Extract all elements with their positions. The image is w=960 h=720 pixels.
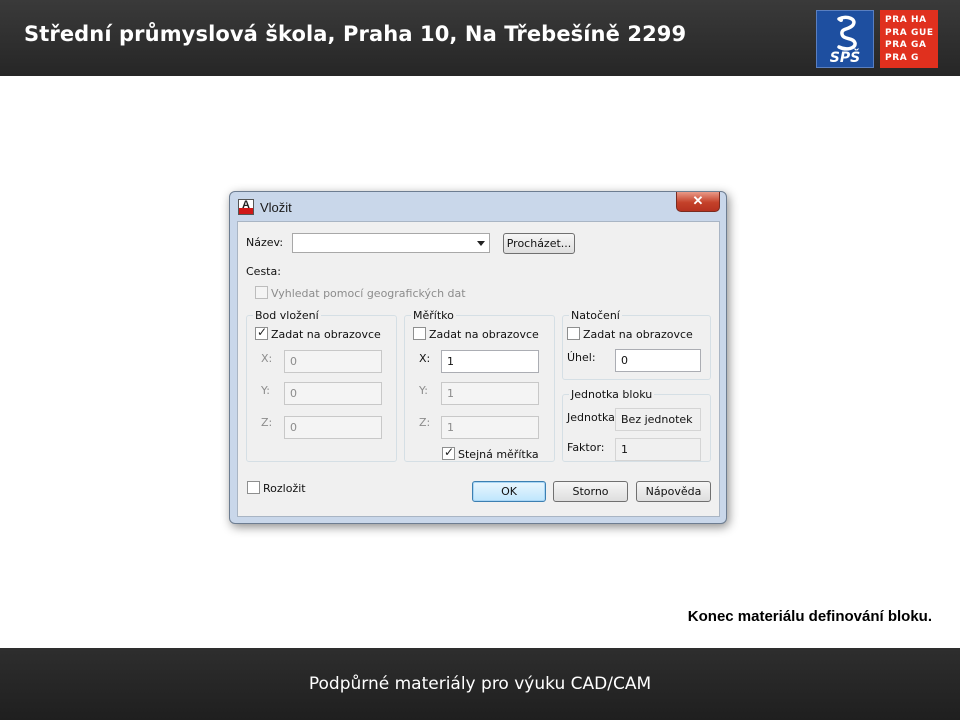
insertion-y-label: Y: [261, 384, 270, 397]
help-button[interactable]: Nápověda [636, 481, 711, 502]
insertion-z-label: Z: [261, 416, 273, 429]
scale-x-label: X: [419, 352, 431, 365]
praha-logo-line: PRA GUE [885, 27, 934, 38]
scale-x-value: 1 [447, 355, 454, 368]
header-title: Střední průmyslová škola, Praha 10, Na T… [24, 22, 687, 46]
rotation-group: Natočení Zadat na obrazovce Úhel: 0 [562, 309, 711, 380]
autocad-app-icon: A [238, 199, 254, 215]
block-factor-value: 1 [621, 443, 628, 456]
uniform-scale-checkbox[interactable] [442, 445, 455, 460]
rotation-title: Natočení [569, 309, 622, 322]
insertion-x-label: X: [261, 352, 273, 365]
praha-logo-line: PRA HA [885, 15, 927, 25]
rotation-specify-checkbox[interactable] [567, 327, 580, 340]
dialog-title: Vložit [260, 200, 292, 215]
uniform-scale-label: Stejná měřítka [458, 448, 539, 461]
scale-z-value: 1 [447, 421, 454, 434]
rotation-angle-label: Úhel: [567, 351, 596, 364]
rotation-specify-label: Zadat na obrazovce [583, 328, 693, 341]
scale-z-label: Z: [419, 416, 431, 429]
scale-y-field[interactable]: 1 [441, 382, 539, 405]
insertion-y-value: 0 [290, 387, 297, 400]
name-label: Název: [246, 236, 284, 249]
insertion-point-group: Bod vložení Zadat na obrazovce X: 0 Y: 0… [246, 309, 397, 462]
browse-button[interactable]: Procházet... [503, 233, 575, 254]
cancel-button[interactable]: Storno [553, 481, 628, 502]
dialog-body: Název: Procházet... Cesta: Vyhledat pomo… [237, 221, 720, 517]
insertion-specify-label: Zadat na obrazovce [271, 328, 381, 341]
rotation-angle-field[interactable]: 0 [615, 349, 701, 372]
scale-x-field[interactable]: 1 [441, 350, 539, 373]
close-button[interactable]: ✕ [676, 192, 720, 212]
path-label: Cesta: [246, 265, 281, 278]
geo-data-checkbox[interactable] [255, 286, 268, 299]
insertion-z-field[interactable]: 0 [284, 416, 382, 439]
block-unit-group: Jednotka bloku Jednotka: Bez jednotek Fa… [562, 388, 711, 462]
dropdown-arrow-icon[interactable] [477, 241, 485, 246]
scale-specify-checkbox[interactable] [413, 327, 426, 340]
footer-text: Podpůrné materiály pro výuku CAD/CAM [308, 674, 652, 694]
explode-label: Rozložit [263, 482, 306, 495]
insertion-y-field[interactable]: 0 [284, 382, 382, 405]
insertion-point-title: Bod vložení [253, 309, 321, 322]
insertion-specify-checkbox[interactable] [255, 325, 268, 340]
ok-button[interactable]: OK [472, 481, 546, 502]
scale-y-label: Y: [419, 384, 428, 397]
insert-dialog: A Vložit ✕ Název: Procházet... Cesta: Vy… [229, 191, 727, 524]
explode-checkbox[interactable] [247, 481, 260, 494]
praha-logo-line: PRA GA [885, 40, 927, 50]
insertion-x-field[interactable]: 0 [284, 350, 382, 373]
block-unit-value: Bez jednotek [621, 413, 693, 426]
scale-z-field[interactable]: 1 [441, 416, 539, 439]
scale-specify-label: Zadat na obrazovce [429, 328, 539, 341]
praha-logo: PRA HA PRA GUE PRA GA PRA G [880, 10, 938, 68]
block-unit-field: Bez jednotek [615, 408, 701, 431]
praha-logo-line: PRA G [885, 52, 920, 63]
scale-title: Měřítko [411, 309, 456, 322]
block-unit-label: Jednotka: [567, 411, 619, 424]
insertion-x-value: 0 [290, 355, 297, 368]
footer-bar: Podpůrné materiály pro výuku CAD/CAM [0, 648, 960, 720]
block-factor-field: 1 [615, 438, 701, 461]
block-unit-title: Jednotka bloku [569, 388, 655, 401]
geo-data-label: Vyhledat pomocí geografických dat [271, 287, 466, 300]
header-bar: Střední průmyslová škola, Praha 10, Na T… [0, 0, 960, 76]
sps-logo: SPŠ [816, 10, 874, 68]
dialog-titlebar[interactable]: A Vložit ✕ [230, 192, 726, 220]
rotation-angle-value: 0 [621, 354, 628, 367]
block-name-combobox[interactable] [292, 233, 490, 253]
sps-logo-text: SPŠ [829, 50, 861, 66]
scale-group: Měřítko Zadat na obrazovce X: 1 Y: 1 Z: … [404, 309, 555, 462]
block-factor-label: Faktor: [567, 441, 605, 454]
scale-y-value: 1 [447, 387, 454, 400]
slide-caption: Konec materiálu definování bloku. [687, 608, 932, 625]
dragon-logo-icon [837, 15, 857, 51]
insertion-z-value: 0 [290, 421, 297, 434]
